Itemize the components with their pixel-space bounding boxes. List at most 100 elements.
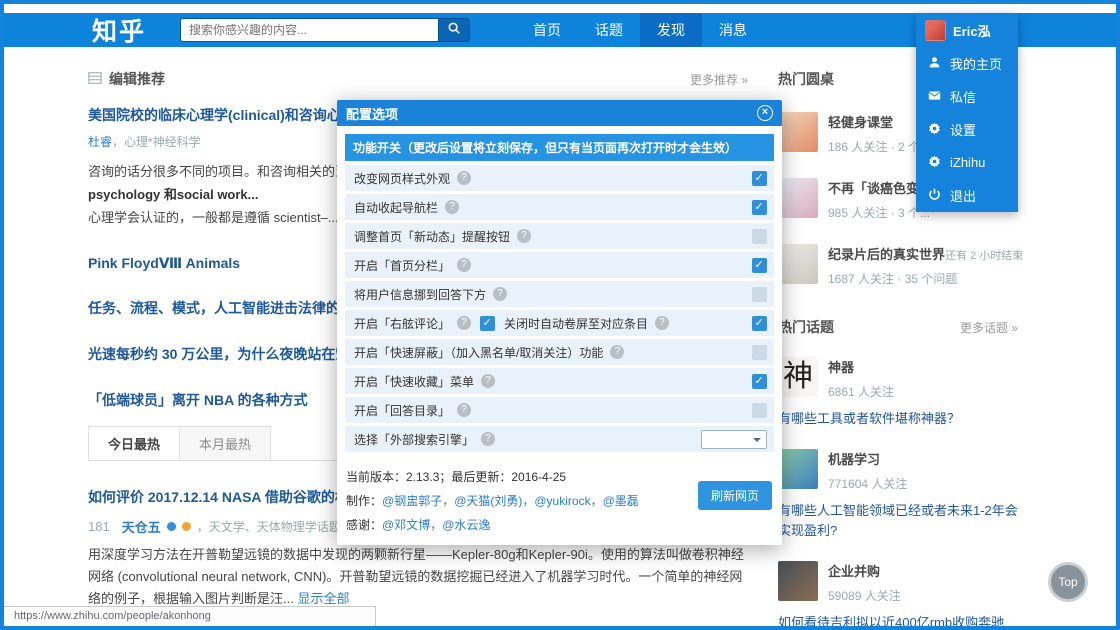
topic-question-link[interactable]: 有哪些工具或者软件堪称神器？ bbox=[778, 409, 1018, 429]
option-row: 改变网页样式外观 bbox=[345, 165, 774, 191]
nav-item-messages[interactable]: 消息 bbox=[702, 13, 764, 47]
roundtable-thumbnail[interactable] bbox=[778, 178, 818, 218]
roundtable-item[interactable]: 纪录片后的真实世界 还有 2 小时结束 1687 人关注 · 35 个问题 bbox=[778, 244, 1018, 287]
hot-answer-text: 用深度学习方法在开普勒望远镜的数据中发现的两颗新行星——Kepler-80g和K… bbox=[88, 547, 744, 606]
roundtable-thumbnail[interactable] bbox=[778, 244, 818, 284]
topic-item: 机器学习 771604 人关注 有哪些人工智能领域已经或者未来1-2年会实现盈利… bbox=[778, 449, 1018, 541]
menu-item-label: 私信 bbox=[950, 87, 976, 106]
checkbox[interactable] bbox=[480, 316, 495, 331]
link-status-bar: https://www.zhihu.com/people/akonhong bbox=[4, 606, 376, 626]
nav-item-home[interactable]: 首页 bbox=[516, 13, 578, 47]
help-icon[interactable] bbox=[457, 171, 471, 185]
help-icon[interactable] bbox=[457, 258, 471, 272]
answer-author-link[interactable]: 天仓五 bbox=[122, 517, 161, 536]
help-icon[interactable] bbox=[445, 200, 459, 214]
option-row: 开启「回答目录」 bbox=[345, 397, 774, 423]
dialog-body: 功能开关（更改后设置将立刻保存，但只有当页面再次打开时才会生效） 改变网页样式外… bbox=[337, 126, 782, 452]
checkbox[interactable] bbox=[752, 200, 767, 215]
topic-item: 企业并购 59089 人关注 如何看待吉利拟以近400亿rmb收购奔驰3%～5%… bbox=[778, 561, 1018, 630]
topic-name[interactable]: 企业并购 bbox=[828, 561, 901, 580]
mail-icon bbox=[928, 89, 941, 105]
search-bar bbox=[180, 18, 470, 42]
topic-thumbnail[interactable] bbox=[778, 561, 818, 601]
help-icon[interactable] bbox=[481, 374, 495, 388]
option-label: 开启「快速收藏」菜单 bbox=[354, 373, 474, 390]
option-sub-label: 关闭时自动卷屏至对应条目 bbox=[504, 315, 648, 332]
help-icon[interactable] bbox=[655, 316, 669, 330]
credits-label: 制作： bbox=[346, 494, 382, 508]
dialog-titlebar: 配置选项 × bbox=[337, 100, 782, 126]
avatar[interactable] bbox=[925, 20, 946, 41]
power-icon bbox=[928, 188, 941, 204]
search-input[interactable] bbox=[180, 18, 438, 42]
help-icon[interactable] bbox=[517, 229, 531, 243]
topics-title: 热门话题 bbox=[778, 317, 834, 337]
checkbox[interactable] bbox=[752, 403, 767, 418]
topic-followers: 771604 人关注 bbox=[828, 475, 907, 492]
roundtable-item-title[interactable]: 纪录片后的真实世界 bbox=[828, 244, 945, 263]
help-icon[interactable] bbox=[457, 316, 471, 330]
topic-name[interactable]: 神器 bbox=[828, 357, 894, 376]
close-icon[interactable]: × bbox=[757, 105, 773, 121]
option-label: 选择「外部搜索引擎」 bbox=[354, 431, 474, 448]
thanks-links[interactable]: @邓文博，@水云逸 bbox=[382, 518, 490, 532]
topic-thumbnail[interactable] bbox=[778, 449, 818, 489]
help-icon[interactable] bbox=[481, 432, 495, 446]
menu-item-my-profile[interactable]: 我的主页 bbox=[916, 47, 1018, 80]
option-label: 开启「右舷评论」 bbox=[354, 315, 450, 332]
roundtable-thumbnail[interactable] bbox=[778, 112, 818, 152]
checkbox[interactable] bbox=[752, 345, 767, 360]
more-recommend-link[interactable]: 更多推荐 » bbox=[690, 71, 748, 88]
option-row: 开启「快速屏蔽」（加入黑名单/取消关注）功能 bbox=[345, 339, 774, 365]
roundtable-item-title[interactable]: 轻健身课堂 bbox=[828, 112, 893, 131]
back-to-top-button[interactable]: Top bbox=[1048, 562, 1088, 602]
more-topics-link[interactable]: 更多话题 » bbox=[960, 319, 1018, 336]
search-icon bbox=[447, 21, 461, 40]
menu-item-label: iZhihu bbox=[950, 155, 985, 170]
tab-month-hot[interactable]: 本月最热 bbox=[179, 426, 271, 460]
menu-item-logout[interactable]: 退出 bbox=[916, 179, 1018, 212]
topic-item: 神 神器 6861 人关注 有哪些工具或者软件堪称神器？ bbox=[778, 357, 1018, 429]
option-row: 开启「快速收藏」菜单 bbox=[345, 368, 774, 394]
menu-item-izhihu[interactable]: iZhihu bbox=[916, 146, 1018, 179]
topic-question-link[interactable]: 如何看待吉利拟以近400亿rmb收购奔驰3%～5%股权? bbox=[778, 613, 1018, 630]
nav-item-topics[interactable]: 话题 bbox=[578, 13, 640, 47]
zhihu-logo[interactable]: 知乎 bbox=[92, 12, 146, 48]
refresh-page-button[interactable]: 刷新网页 bbox=[698, 481, 772, 510]
checkbox[interactable] bbox=[752, 171, 767, 186]
nav-links: 首页 话题 发现 消息 bbox=[516, 13, 764, 47]
username: Eric泓 bbox=[953, 21, 991, 40]
checkbox[interactable] bbox=[752, 287, 767, 302]
user-chip[interactable]: Eric泓 bbox=[916, 13, 1018, 47]
help-icon[interactable] bbox=[493, 287, 507, 301]
menu-item-messages[interactable]: 私信 bbox=[916, 80, 1018, 113]
checkbox[interactable] bbox=[752, 258, 767, 273]
checkbox[interactable] bbox=[752, 316, 767, 331]
checkbox[interactable] bbox=[752, 374, 767, 389]
tab-today-hot[interactable]: 今日最热 bbox=[88, 426, 179, 460]
option-label: 将用户信息挪到回答下方 bbox=[354, 286, 486, 303]
menu-item-label: 设置 bbox=[950, 120, 976, 139]
feed-section-header: 编辑推荐 更多推荐 » bbox=[88, 69, 748, 89]
search-button[interactable] bbox=[438, 18, 470, 42]
topic-thumbnail[interactable]: 神 bbox=[778, 357, 818, 397]
checkbox[interactable] bbox=[752, 229, 767, 244]
topic-question-link[interactable]: 有哪些人工智能领域已经或者未来1-2年会实现盈利? bbox=[778, 501, 1018, 541]
option-row: 调整首页「新动态」提醒按钮 bbox=[345, 223, 774, 249]
show-all-link[interactable]: 显示全部 bbox=[297, 591, 349, 606]
option-label: 开启「首页分栏」 bbox=[354, 257, 450, 274]
user-icon bbox=[928, 56, 941, 72]
author-link[interactable]: 杜睿 bbox=[88, 135, 112, 149]
author-badge-icon bbox=[167, 522, 176, 531]
credits-links[interactable]: @钢盅郭子，@天猫(刘勇)，@yukirock，@墨磊 bbox=[382, 494, 639, 508]
topic-name[interactable]: 机器学习 bbox=[828, 449, 907, 468]
help-icon[interactable] bbox=[457, 403, 471, 417]
nav-item-discover[interactable]: 发现 bbox=[640, 13, 702, 47]
list-icon bbox=[88, 71, 102, 88]
external-search-select[interactable] bbox=[701, 430, 767, 449]
topic-followers: 59089 人关注 bbox=[828, 587, 901, 604]
help-icon[interactable] bbox=[610, 345, 624, 359]
option-label: 改变网页样式外观 bbox=[354, 170, 450, 187]
feed-section-title: 编辑推荐 bbox=[109, 69, 165, 89]
menu-item-settings[interactable]: 设置 bbox=[916, 113, 1018, 146]
